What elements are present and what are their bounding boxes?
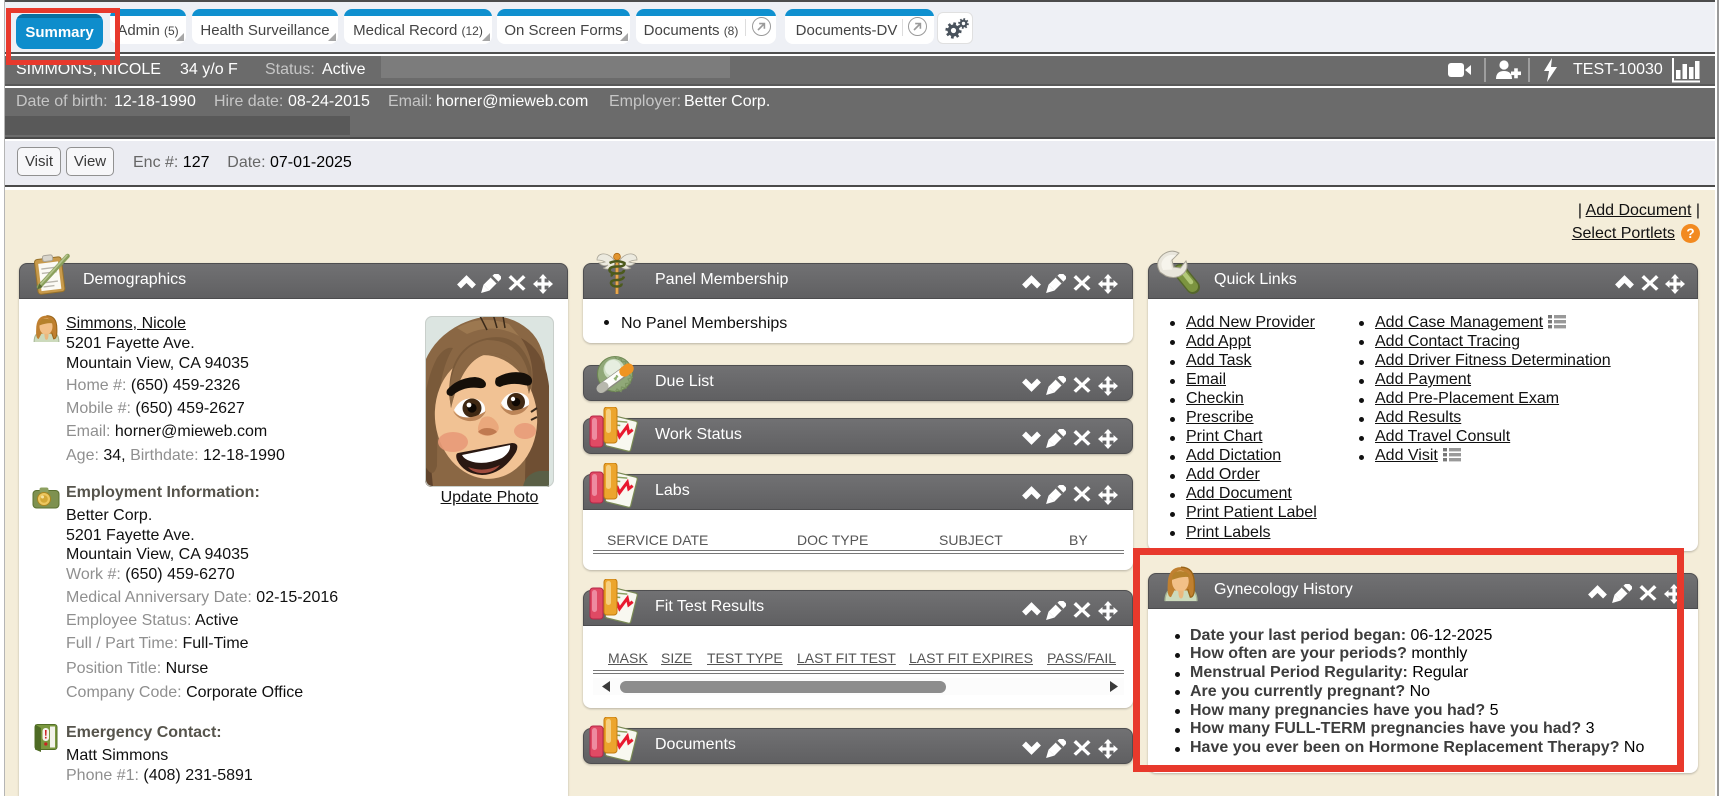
svg-text:!: !: [44, 730, 48, 742]
svg-text:?: ?: [1686, 226, 1694, 241]
